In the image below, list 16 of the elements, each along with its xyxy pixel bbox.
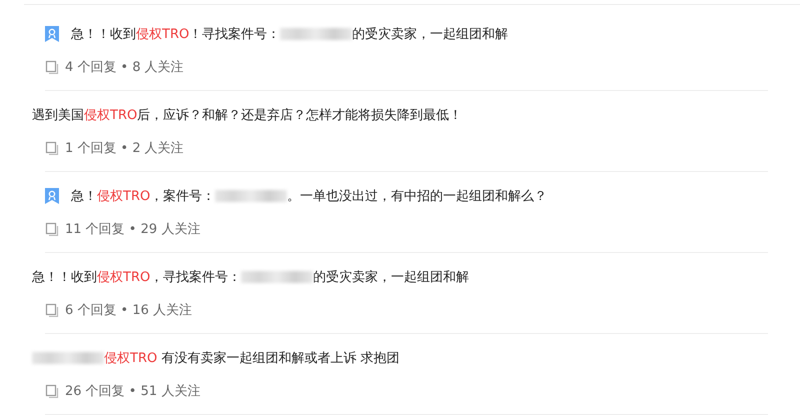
reply-follow-count: 1 个回复 • 2 人关注: [65, 140, 184, 156]
topic-title[interactable]: 侵权TRO 有没有卖家一起组团和解或者上诉 求抱团: [32, 348, 400, 366]
reply-follow-count: 11 个回复 • 29 人关注: [65, 220, 200, 238]
topic-title[interactable]: 遇到美国侵权TRO后，应诉？和解？还是弃店？怎样才能将损失降到最低！: [32, 106, 462, 124]
reply-follow-count: 26 个回复 • 51 人关注: [65, 382, 200, 400]
comment-icon: [45, 384, 59, 398]
blurred-text: [32, 352, 104, 364]
reply-follow-count: 6 个回复 • 16 人关注: [65, 302, 192, 318]
comment-icon: [45, 60, 59, 74]
comment-icon: [45, 140, 59, 154]
reply-follow-count: 4 个回复 • 8 人关注: [65, 58, 184, 76]
topic-title[interactable]: 急！！收到侵权TRO！寻找案件号： 的受灾卖家，一起组团和解: [71, 24, 508, 42]
topic-title[interactable]: 急！！收到侵权TRO，寻找案件号： 的受灾卖家，一起组团和解: [32, 268, 470, 286]
comment-icon: [45, 222, 59, 236]
comment-icon: [45, 302, 59, 316]
topic-title[interactable]: 急！侵权TRO，案件号： 。一单也没出过，有中招的一起组团和解么？: [71, 186, 548, 204]
